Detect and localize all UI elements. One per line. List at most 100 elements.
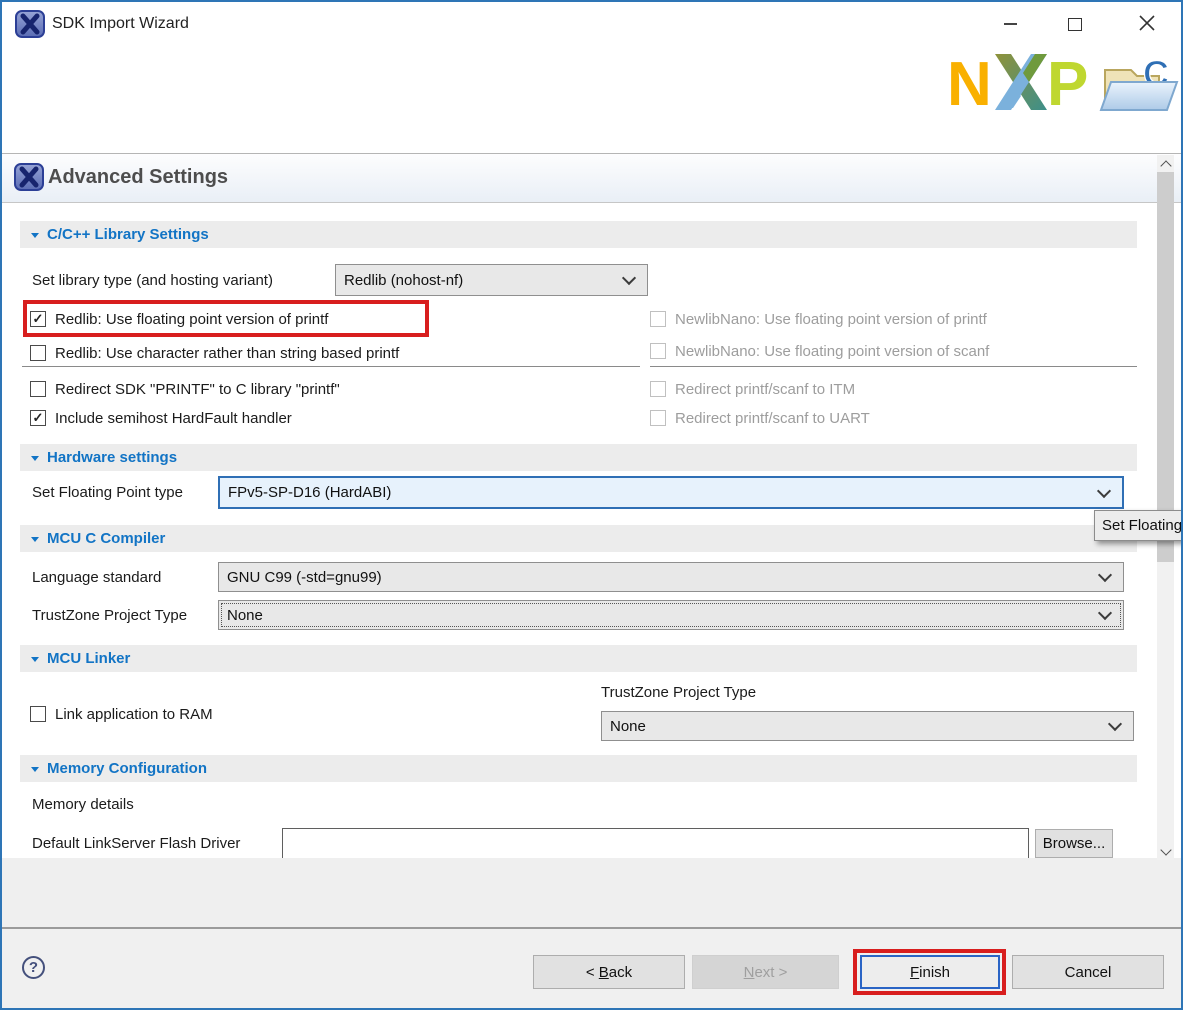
section-title: C/C++ Library Settings (47, 226, 209, 243)
chevron-down-icon (1108, 717, 1122, 731)
checkbox-icon (650, 343, 666, 359)
collapse-triangle-icon (31, 537, 39, 542)
checkbox-icon (650, 311, 666, 327)
checkbox-redlib-char-printf[interactable]: Redlib: Use character rather than string… (30, 342, 399, 364)
checkbox-label: Redlib: Use floating point version of pr… (55, 311, 328, 328)
chevron-down-icon (1097, 483, 1111, 497)
dropdown-value: Redlib (nohost-nf) (344, 272, 463, 289)
checkbox-label: Redirect printf/scanf to ITM (675, 381, 855, 398)
checkbox-redirect-uart: Redirect printf/scanf to UART (650, 407, 870, 429)
nxp-letter-p: P (1047, 52, 1088, 116)
maximize-icon (1068, 18, 1082, 31)
scroll-down-button[interactable] (1157, 843, 1174, 860)
checkbox-icon[interactable]: ✓ (30, 311, 46, 327)
linker-trustzone-label: TrustZone Project Type (601, 684, 756, 701)
bottom-filler (2, 858, 1181, 929)
chevron-down-icon (1160, 844, 1171, 855)
checkbox-label: Redirect SDK "PRINTF" to C library "prin… (55, 381, 340, 398)
chevron-down-icon (1098, 568, 1112, 582)
section-library-settings[interactable]: C/C++ Library Settings (20, 221, 1137, 248)
page-title: Advanced Settings (48, 166, 228, 189)
button-bar: ? < Back Next > Finish Cancel (2, 929, 1181, 1008)
scroll-up-button[interactable] (1157, 155, 1174, 172)
floating-point-tooltip: Set Floating (1094, 510, 1183, 541)
nxp-letter-x (995, 54, 1047, 110)
checkbox-newlibnano-scanf: NewlibNano: Use floating point version o… (650, 340, 989, 362)
section-memory-configuration[interactable]: Memory Configuration (20, 755, 1137, 782)
trustzone-type-dropdown[interactable]: None (218, 600, 1124, 630)
checkbox-label: NewlibNano: Use floating point version o… (675, 343, 989, 360)
checkbox-newlibnano-printf: NewlibNano: Use floating point version o… (650, 308, 987, 330)
checkbox-redlib-float-printf[interactable]: ✓ Redlib: Use floating point version of … (30, 308, 328, 330)
linker-trustzone-dropdown[interactable]: None (601, 711, 1134, 741)
button-label: ack (609, 964, 632, 981)
flash-driver-input[interactable] (282, 828, 1029, 859)
library-type-label: Set library type (and hosting variant) (32, 272, 273, 289)
nxp-letter-n: N (947, 52, 992, 116)
section-title: MCU C Compiler (47, 530, 165, 547)
nxp-logo: N P C (947, 52, 1179, 116)
maximize-button[interactable] (1060, 10, 1090, 38)
checkbox-link-to-ram[interactable]: Link application to RAM (30, 703, 213, 725)
collapse-triangle-icon (31, 233, 39, 238)
sdk-import-wizard-window: SDK Import Wizard N P (0, 0, 1183, 1010)
collapse-triangle-icon (31, 767, 39, 772)
checkbox-label: Include semihost HardFault handler (55, 410, 292, 427)
section-title: Memory Configuration (47, 760, 207, 777)
section-title: Hardware settings (47, 449, 177, 466)
checkbox-icon[interactable]: ✓ (30, 410, 46, 426)
checkbox-label: NewlibNano: Use floating point version o… (675, 311, 987, 328)
flash-driver-label: Default LinkServer Flash Driver (32, 835, 240, 852)
floating-point-label: Set Floating Point type (32, 484, 183, 501)
section-hardware-settings[interactable]: Hardware settings (20, 444, 1137, 471)
language-standard-label: Language standard (32, 569, 161, 586)
finish-button[interactable]: Finish (860, 955, 1000, 989)
checkbox-icon (650, 410, 666, 426)
window-title: SDK Import Wizard (52, 15, 189, 33)
vertical-scrollbar[interactable] (1157, 155, 1174, 860)
page-x-icon (14, 163, 44, 191)
checkbox-icon[interactable] (30, 706, 46, 722)
wizard-page-header: Advanced Settings (2, 153, 1181, 203)
checkbox-label: Redlib: Use character rather than string… (55, 345, 399, 362)
checkbox-label: Redirect printf/scanf to UART (675, 410, 870, 427)
language-standard-dropdown[interactable]: GNU C99 (-std=gnu99) (218, 562, 1124, 592)
minimize-button[interactable] (996, 12, 1024, 36)
close-button[interactable] (1130, 8, 1164, 38)
minimize-icon (1004, 23, 1017, 25)
chevron-down-icon (1098, 606, 1112, 620)
section-mcu-c-compiler[interactable]: MCU C Compiler (20, 525, 1137, 552)
section-mcu-linker[interactable]: MCU Linker (20, 645, 1137, 672)
floating-point-dropdown[interactable]: FPv5-SP-D16 (HardABI) (218, 476, 1124, 509)
button-label: ext > (754, 964, 787, 981)
chevron-up-icon (1160, 160, 1171, 171)
help-button[interactable]: ? (22, 956, 45, 979)
checkbox-icon[interactable] (30, 345, 46, 361)
back-button[interactable]: < Back (533, 955, 685, 989)
cancel-button[interactable]: Cancel (1012, 955, 1164, 989)
section-title: MCU Linker (47, 650, 130, 667)
collapse-triangle-icon (31, 657, 39, 662)
scrollbar-thumb[interactable] (1157, 172, 1174, 562)
dropdown-value: GNU C99 (-std=gnu99) (227, 569, 382, 586)
divider (650, 366, 1137, 367)
button-label: inish (919, 964, 950, 981)
checkbox-redirect-itm: Redirect printf/scanf to ITM (650, 378, 855, 400)
checkbox-label: Link application to RAM (55, 706, 213, 723)
checkbox-icon (650, 381, 666, 397)
divider (22, 366, 640, 367)
library-type-dropdown[interactable]: Redlib (nohost-nf) (335, 264, 648, 296)
browse-button[interactable]: Browse... (1035, 829, 1113, 858)
checkbox-redirect-sdk-printf[interactable]: Redirect SDK "PRINTF" to C library "prin… (30, 378, 340, 400)
checkbox-icon[interactable] (30, 381, 46, 397)
button-mnemonic: B (599, 964, 609, 981)
close-icon (1139, 15, 1155, 31)
button-label: < (586, 964, 599, 981)
trustzone-type-label: TrustZone Project Type (32, 607, 187, 624)
button-mnemonic: F (910, 964, 919, 981)
button-mnemonic: N (744, 964, 755, 981)
chevron-down-icon (622, 271, 636, 285)
checkbox-semihost-hardfault[interactable]: ✓ Include semihost HardFault handler (30, 407, 292, 429)
dropdown-value: None (610, 718, 646, 735)
dropdown-value: FPv5-SP-D16 (HardABI) (228, 484, 391, 501)
